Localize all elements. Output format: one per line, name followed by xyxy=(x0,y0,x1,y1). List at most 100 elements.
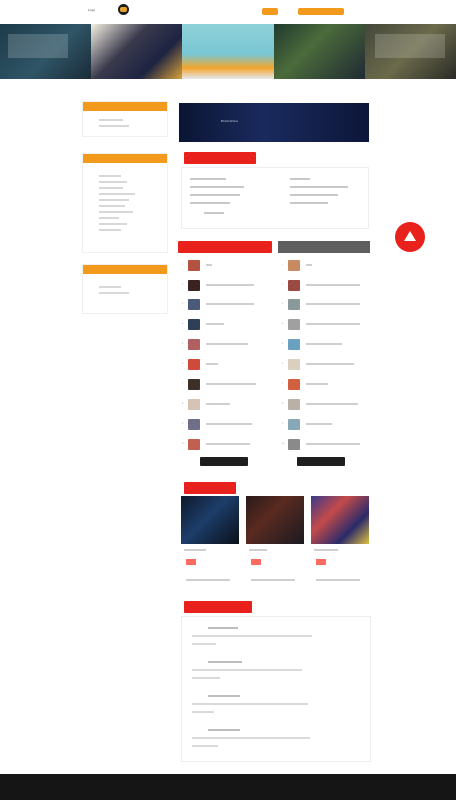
rank-row[interactable]: 5 xyxy=(182,338,248,350)
rank-row[interactable]: 10 xyxy=(182,438,250,450)
sidebar-box-1 xyxy=(82,101,168,137)
rank-thumbnail xyxy=(288,298,300,310)
banner-carousel[interactable] xyxy=(0,24,456,79)
sidebar-line[interactable] xyxy=(99,175,121,177)
rank-thumbnail xyxy=(188,418,200,430)
rank-title-bar xyxy=(306,284,360,286)
sidebar-box-3 xyxy=(82,264,168,314)
banner-tile-2[interactable] xyxy=(91,24,183,79)
rank-left-title[interactable] xyxy=(178,241,272,253)
video-title-line[interactable] xyxy=(184,549,206,551)
news-line[interactable] xyxy=(190,178,226,180)
video-card[interactable] xyxy=(181,496,239,544)
video-title-line[interactable] xyxy=(314,549,338,551)
sidebar-line[interactable] xyxy=(99,223,127,225)
rank-row[interactable]: 1 xyxy=(182,259,212,271)
logo-icon[interactable] xyxy=(118,4,129,15)
news-line[interactable] xyxy=(290,178,310,180)
sidebar-line[interactable] xyxy=(99,181,127,183)
rank-row[interactable]: 2 xyxy=(282,279,360,291)
rank-row[interactable]: 7 xyxy=(282,378,328,390)
news-line[interactable] xyxy=(290,186,348,188)
rank-thumbnail xyxy=(188,438,200,450)
sidebar-line[interactable] xyxy=(99,292,129,294)
promo-text: Promotion xyxy=(221,119,239,123)
rank-row[interactable]: 9 xyxy=(282,418,332,430)
news-line[interactable] xyxy=(190,186,244,188)
logo-text[interactable]: Logo xyxy=(88,8,95,12)
rank-right-title[interactable] xyxy=(278,241,370,253)
news-line[interactable] xyxy=(204,212,224,214)
rank-thumbnail xyxy=(288,338,300,350)
rank-row[interactable]: 10 xyxy=(282,438,360,450)
rank-thumbnail xyxy=(188,358,200,370)
rank-title-bar xyxy=(306,264,312,266)
rank-thumbnail xyxy=(288,398,300,410)
header-button-2[interactable] xyxy=(298,8,344,15)
list-item-title[interactable] xyxy=(208,661,242,663)
list-item-sub xyxy=(192,677,220,679)
sidebar-line[interactable] xyxy=(99,286,121,288)
rank-row[interactable]: 8 xyxy=(182,398,230,410)
rank-row[interactable]: 6 xyxy=(282,358,354,370)
sidebar-line[interactable] xyxy=(99,193,135,195)
rank-title-bar xyxy=(306,383,328,385)
rank-thumbnail xyxy=(288,418,300,430)
rank-thumbnail xyxy=(188,298,200,310)
rank-row[interactable]: 9 xyxy=(182,418,252,430)
rank-row[interactable]: 4 xyxy=(182,318,224,330)
rank-row[interactable]: 2 xyxy=(182,279,254,291)
section-title-bottom xyxy=(184,601,252,613)
news-line[interactable] xyxy=(290,194,338,196)
video-card[interactable] xyxy=(311,496,369,544)
sidebar-line[interactable] xyxy=(99,187,123,189)
rank-row[interactable]: 7 xyxy=(182,378,256,390)
rank-row[interactable]: 8 xyxy=(282,398,358,410)
more-button-left[interactable] xyxy=(200,457,248,466)
rank-thumbnail xyxy=(288,318,300,330)
sidebar-line[interactable] xyxy=(99,217,119,219)
video-meta-line xyxy=(251,579,295,581)
news-line[interactable] xyxy=(190,194,240,196)
sidebar-line xyxy=(99,119,123,121)
list-item-sub xyxy=(192,711,214,713)
header-button-1[interactable] xyxy=(262,8,278,15)
site-header: Logo xyxy=(0,0,456,24)
video-title-line[interactable] xyxy=(249,549,267,551)
news-line[interactable] xyxy=(190,202,230,204)
floating-action-button[interactable] xyxy=(395,222,425,252)
banner-tile-3[interactable] xyxy=(182,24,274,79)
rank-title-bar xyxy=(206,323,224,325)
sidebar-line[interactable] xyxy=(99,199,129,201)
tab-row xyxy=(180,84,380,94)
rank-row[interactable]: 3 xyxy=(182,298,254,310)
banner-tile-5[interactable] xyxy=(364,24,456,79)
list-item-sub xyxy=(192,669,302,671)
video-thumbnail[interactable] xyxy=(181,496,239,544)
rank-title-bar xyxy=(306,323,360,325)
banner-tile-1[interactable] xyxy=(0,24,92,79)
sidebar-line[interactable] xyxy=(99,211,133,213)
sidebar-box-title xyxy=(83,154,167,163)
rank-title-bar xyxy=(206,343,248,345)
rank-row[interactable]: 6 xyxy=(182,358,218,370)
sidebar-line[interactable] xyxy=(99,205,125,207)
banner-tile-4[interactable] xyxy=(273,24,365,79)
promo-banner[interactable]: Promotion xyxy=(179,103,369,142)
rank-row[interactable]: 3 xyxy=(282,298,360,310)
rank-thumbnail xyxy=(188,378,200,390)
more-button-right[interactable] xyxy=(297,457,345,466)
video-thumbnail[interactable] xyxy=(311,496,369,544)
list-item-title[interactable] xyxy=(208,695,240,697)
rank-row[interactable]: 5 xyxy=(282,338,342,350)
video-thumbnail[interactable] xyxy=(246,496,304,544)
sidebar-line[interactable] xyxy=(99,229,121,231)
news-line[interactable] xyxy=(290,202,328,204)
list-item-title[interactable] xyxy=(208,729,240,731)
sidebar-box-title xyxy=(83,265,167,274)
video-card[interactable] xyxy=(246,496,304,544)
rank-title-bar xyxy=(306,443,360,445)
rank-row[interactable]: 4 xyxy=(282,318,360,330)
list-item-title[interactable] xyxy=(208,627,238,629)
rank-row[interactable]: 1 xyxy=(282,259,312,271)
